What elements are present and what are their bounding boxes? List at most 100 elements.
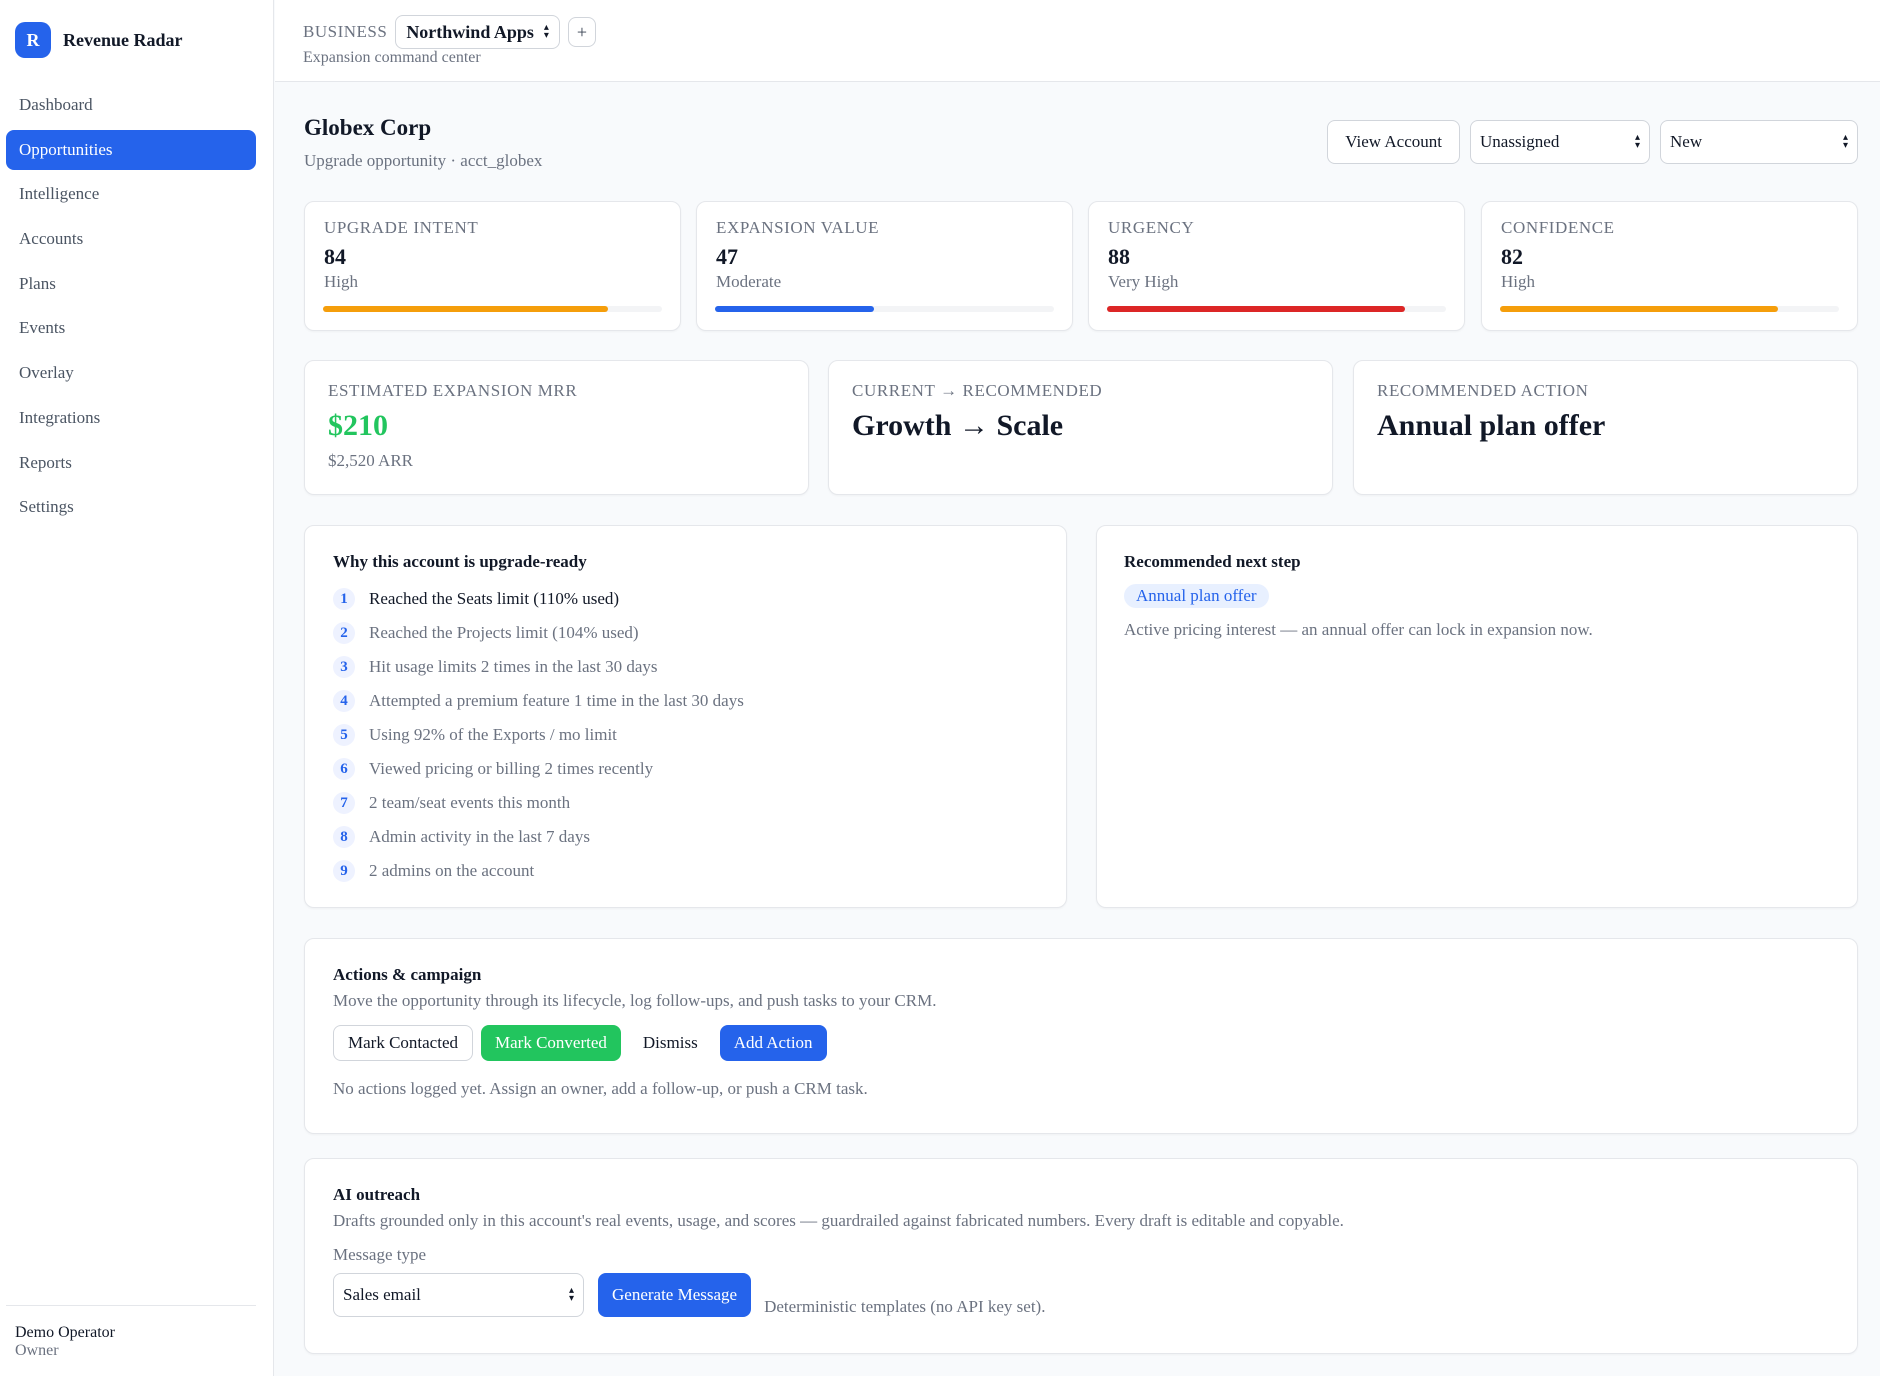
sidebar-item-reports[interactable]: Reports xyxy=(6,443,256,483)
header-actions: View Account Unassigned ▴ ▾ New ▴ ▾ xyxy=(1327,120,1858,164)
next-step-text: Active pricing interest — an annual offe… xyxy=(1124,620,1593,639)
list-item: 5 Using 92% of the Exports / mo limit xyxy=(333,718,1038,752)
recommended-action-card: RECOMMENDED ACTION Annual plan offer xyxy=(1353,360,1858,495)
ai-outreach-card: AI outreach Drafts grounded only in this… xyxy=(304,1158,1858,1354)
topbar-subtitle: Expansion command center xyxy=(303,49,481,66)
business-select-value: Northwind Apps xyxy=(406,21,534,42)
sidebar: R Revenue Radar Dashboard Opportunities … xyxy=(0,0,274,1376)
sidebar-item-intelligence[interactable]: Intelligence xyxy=(6,174,256,214)
list-item: 4 Attempted a premium feature 1 time in t… xyxy=(333,684,1038,718)
metric-label: CONFIDENCE xyxy=(1501,218,1615,237)
upgrade-reasons-card: Why this account is upgrade-ready 1 Reach… xyxy=(304,525,1067,908)
section-title: AI outreach xyxy=(333,1185,421,1204)
number-badge: 2 xyxy=(333,622,355,644)
brand[interactable]: R Revenue Radar xyxy=(15,22,183,58)
recommended-action-label: RECOMMENDED ACTION xyxy=(1377,381,1589,400)
owner-select-value: Unassigned xyxy=(1480,132,1560,151)
add-business-button[interactable]: + xyxy=(567,17,596,47)
next-step-card: Recommended next step Annual plan offer … xyxy=(1096,525,1858,908)
arr-value: $2,520 ARR xyxy=(328,451,414,470)
metric-card-upgrade-intent: UPGRADE INTENT 84 High xyxy=(304,201,681,331)
number-badge: 6 xyxy=(333,758,355,780)
sidebar-item-integrations[interactable]: Integrations xyxy=(6,398,256,438)
add-action-button[interactable]: Add Action xyxy=(719,1025,827,1061)
sidebar-item-accounts[interactable]: Accounts xyxy=(6,219,256,259)
action-buttons: Mark Contacted Mark Converted Dismiss Ad… xyxy=(333,1025,1829,1061)
list-item: 2 Reached the Projects limit (104% used) xyxy=(333,616,1038,650)
metric-level: High xyxy=(324,272,358,291)
page-title: Globex Corp xyxy=(304,115,432,140)
section-title: Actions & campaign xyxy=(333,965,482,984)
user-profile[interactable]: Demo Operator Owner xyxy=(6,1305,256,1360)
message-type-label: Message type xyxy=(333,1245,427,1264)
metric-card-urgency: URGENCY 88 Very High xyxy=(1088,201,1465,331)
sidebar-item-overlay[interactable]: Overlay xyxy=(6,353,256,393)
plan-change-label: CURRENT → RECOMMENDED xyxy=(852,381,1103,400)
sidebar-item-plans[interactable]: Plans xyxy=(6,264,256,304)
reason-text: 2 admins on the account xyxy=(369,861,535,880)
number-badge: 7 xyxy=(333,792,355,814)
expansion-mrr-card: ESTIMATED EXPANSION MRR $210 $2,520 ARR xyxy=(304,360,809,495)
metric-card-expansion-value: EXPANSION VALUE 47 Moderate xyxy=(696,201,1073,331)
section-subtitle: Move the opportunity through its lifecyc… xyxy=(333,991,937,1010)
metric-label: EXPANSION VALUE xyxy=(716,218,880,237)
list-item: 1 Reached the Seats limit (110% used) xyxy=(333,582,1038,616)
chevron-updown-icon: ▴ ▾ xyxy=(543,22,549,41)
dismiss-button[interactable]: Dismiss xyxy=(629,1025,712,1061)
reason-text: Attempted a premium feature 1 time in th… xyxy=(369,691,744,710)
plan-change-card: CURRENT → RECOMMENDED Growth → Scale xyxy=(828,360,1333,495)
message-type-select[interactable]: Sales email ▴ ▾ xyxy=(333,1273,584,1317)
sidebar-item-opportunities[interactable]: Opportunities xyxy=(6,129,256,170)
metric-level: Very High xyxy=(1108,272,1179,291)
list-item: 3 Hit usage limits 2 times in the last 30… xyxy=(333,650,1038,684)
metric-value: 84 xyxy=(324,244,346,269)
brand-name: Revenue Radar xyxy=(63,29,183,50)
view-account-button[interactable]: View Account xyxy=(1327,120,1460,164)
reason-text: Hit usage limits 2 times in the last 30 … xyxy=(369,657,658,676)
reason-text: Admin activity in the last 7 days xyxy=(369,827,590,846)
metric-level: Moderate xyxy=(716,272,782,291)
status-select[interactable]: New ▴ ▾ xyxy=(1660,120,1858,164)
sidebar-item-events[interactable]: Events xyxy=(6,308,256,348)
progress-bar xyxy=(1107,306,1446,312)
business-label: BUSINESS xyxy=(303,22,388,41)
section-title: Why this account is upgrade-ready xyxy=(333,552,587,571)
metric-value: 82 xyxy=(1501,244,1523,269)
user-name: Demo Operator xyxy=(15,1324,115,1341)
metric-level: High xyxy=(1501,272,1535,291)
owner-select[interactable]: Unassigned ▴ ▾ xyxy=(1470,120,1650,164)
list-item: 6 Viewed pricing or billing 2 times recen… xyxy=(333,752,1038,786)
generate-message-button[interactable]: Generate Message xyxy=(598,1273,752,1317)
chevron-updown-icon: ▴ ▾ xyxy=(1842,132,1848,151)
mark-converted-button[interactable]: Mark Converted xyxy=(481,1025,621,1061)
section-title: Recommended next step xyxy=(1124,552,1301,571)
sidebar-item-settings[interactable]: Settings xyxy=(6,487,256,527)
progress-bar-fill xyxy=(1500,306,1778,312)
number-badge: 1 xyxy=(333,588,355,610)
reason-text: Using 92% of the Exports / mo limit xyxy=(369,725,617,744)
progress-bar xyxy=(323,306,662,312)
status-select-value: New xyxy=(1670,132,1703,151)
sidebar-item-dashboard[interactable]: Dashboard xyxy=(6,85,256,125)
reason-list: 1 Reached the Seats limit (110% used) 2 Re… xyxy=(333,582,1038,888)
reason-text: 2 team/seat events this month xyxy=(369,793,571,812)
mrr-label: ESTIMATED EXPANSION MRR xyxy=(328,381,578,400)
progress-bar-fill xyxy=(1107,306,1406,312)
chevron-updown-icon: ▴ ▾ xyxy=(568,1285,574,1304)
top-bar: BUSINESS Northwind Apps ▴ ▾ + Expansion c… xyxy=(275,0,1880,82)
metric-value: 47 xyxy=(716,244,738,269)
list-item: 8 Admin activity in the last 7 days xyxy=(333,820,1038,854)
generator-note: Deterministic templates (no API key set)… xyxy=(764,1297,1046,1316)
section-subtitle: Drafts grounded only in this account's r… xyxy=(333,1211,1344,1230)
progress-bar xyxy=(1500,306,1839,312)
business-select[interactable]: Northwind Apps ▴ ▾ xyxy=(395,15,560,49)
mark-contacted-button[interactable]: Mark Contacted xyxy=(333,1025,473,1061)
mrr-value: $210 xyxy=(328,409,388,442)
reason-text: Reached the Seats limit (110% used) xyxy=(369,589,620,608)
number-badge: 3 xyxy=(333,656,355,678)
list-item: 7 2 team/seat events this month xyxy=(333,786,1038,820)
number-badge: 5 xyxy=(333,724,355,746)
actions-card: Actions & campaign Move the opportunity … xyxy=(304,938,1858,1134)
page-subtitle: Upgrade opportunity · acct_globex xyxy=(304,151,543,170)
metric-label: UPGRADE INTENT xyxy=(324,218,479,237)
